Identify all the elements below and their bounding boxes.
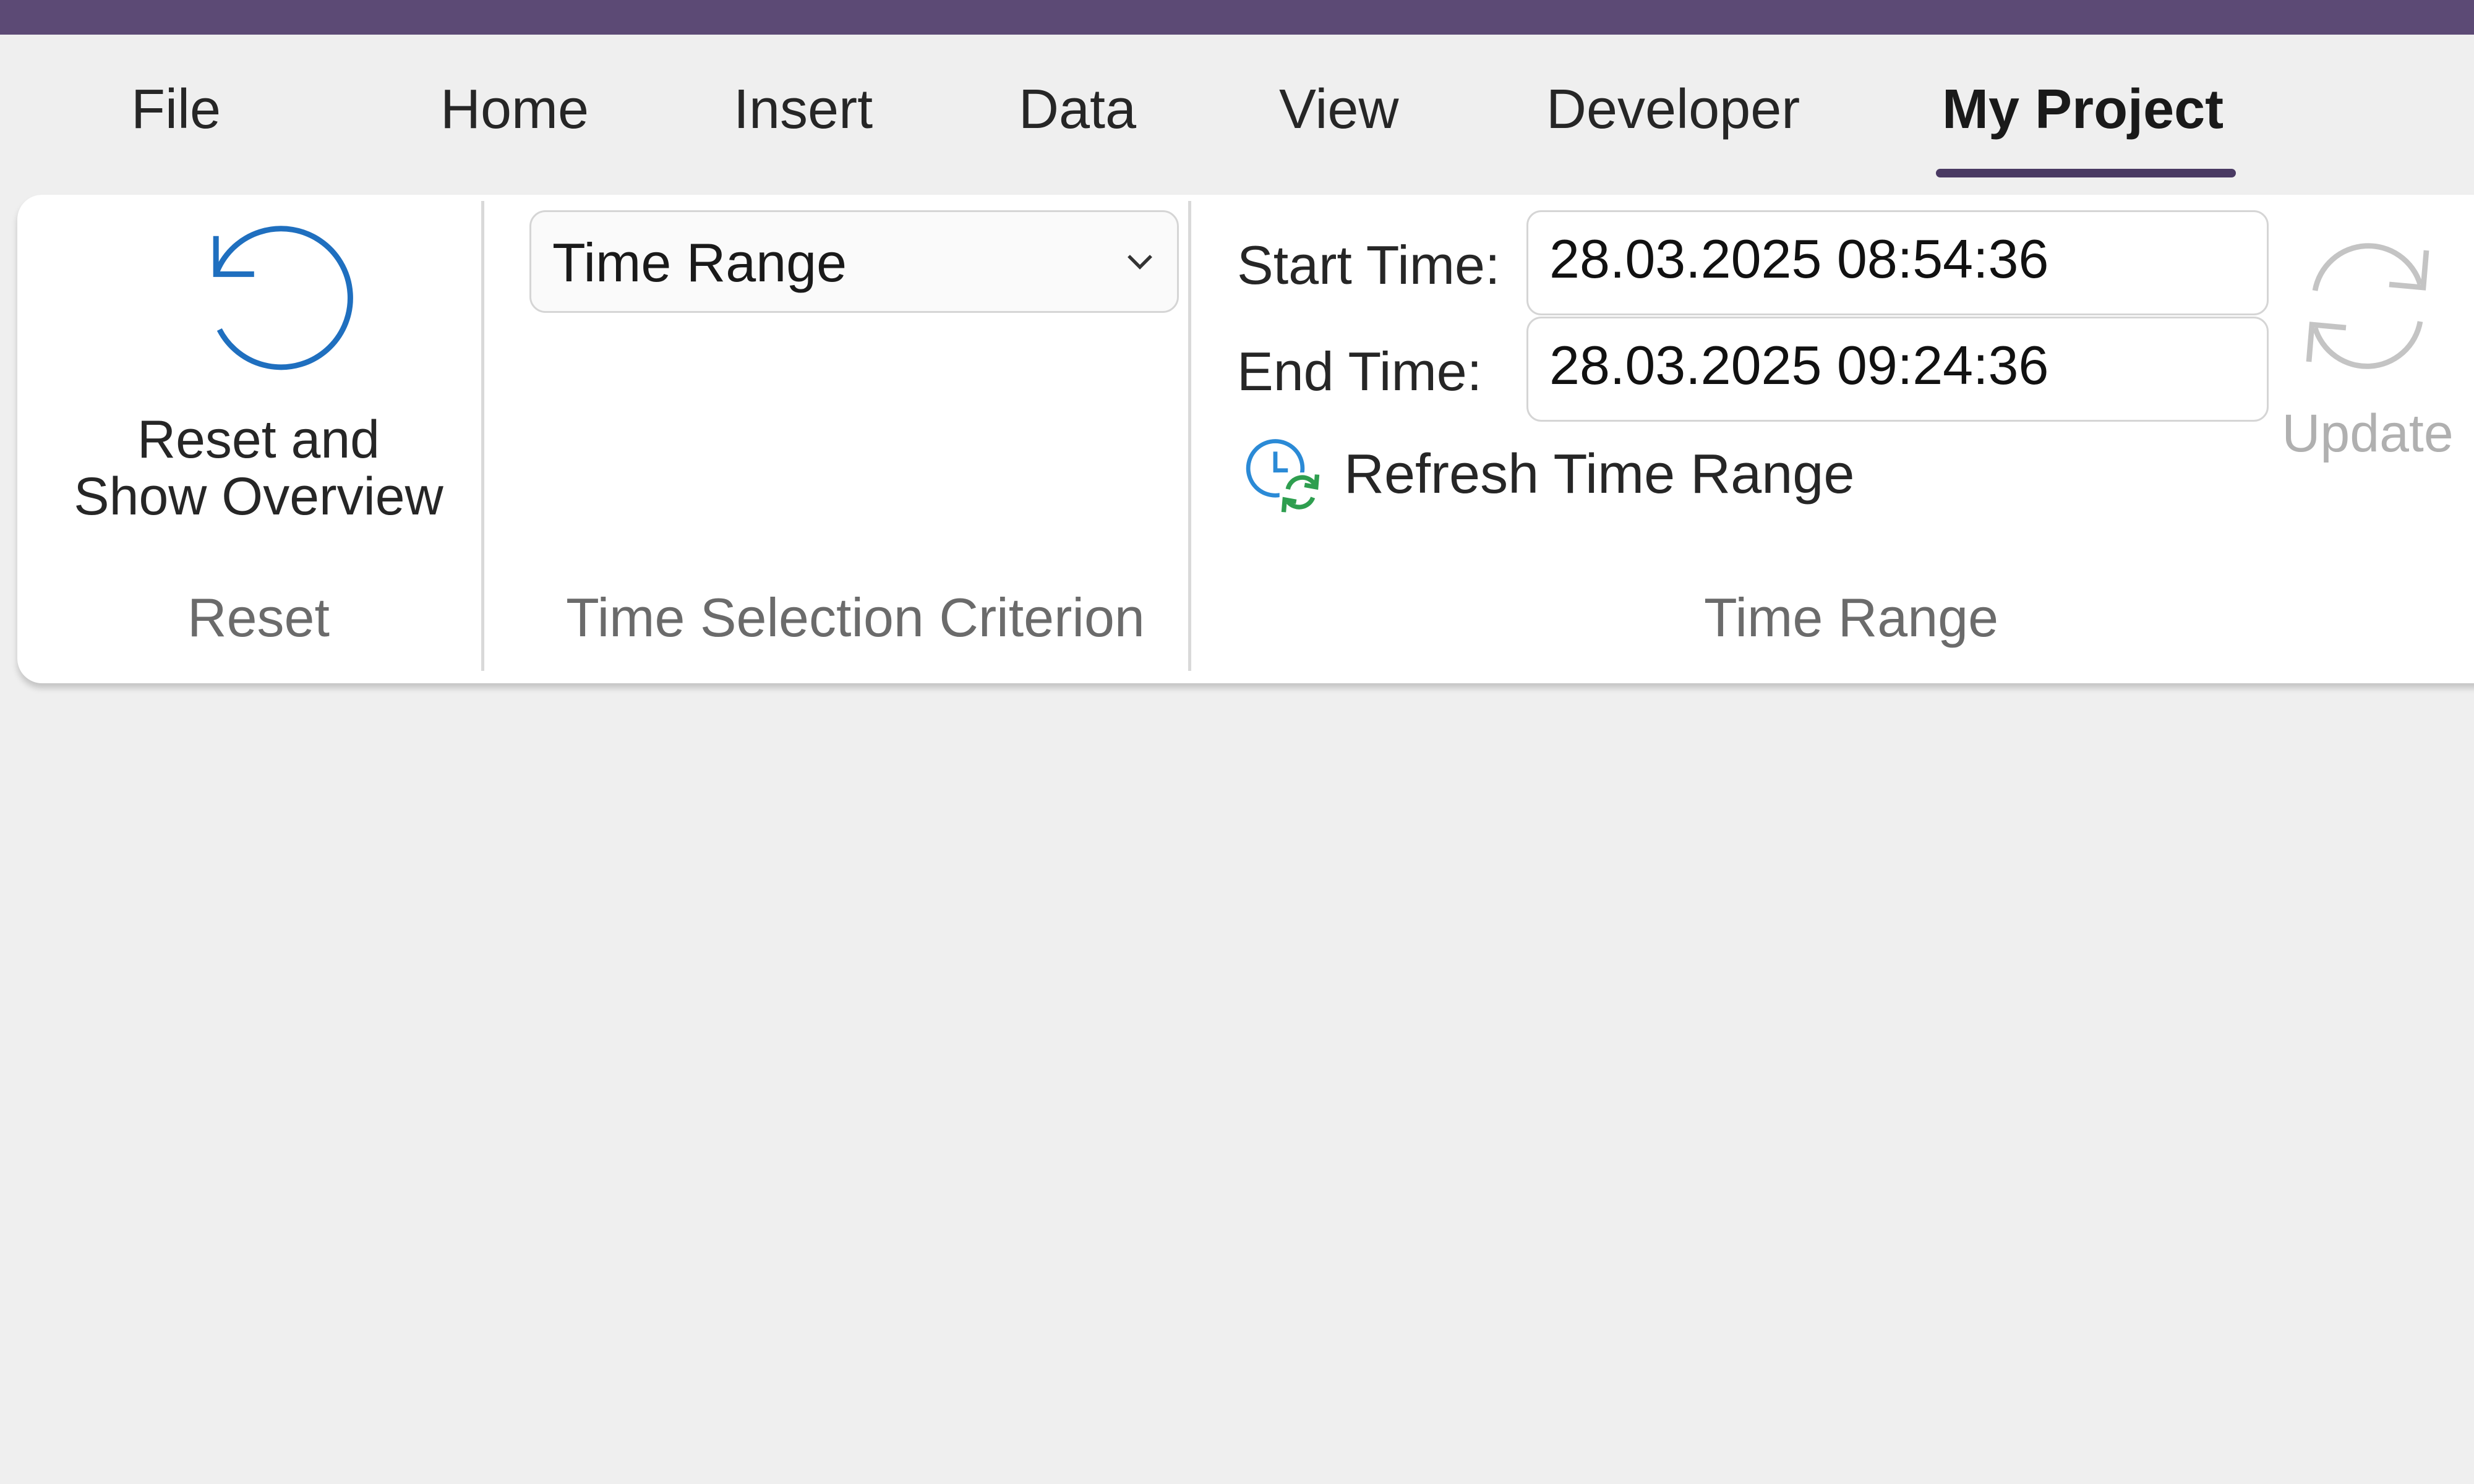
update-button[interactable]: Update: [2250, 220, 2474, 504]
time-selection-criterion-dropdown[interactable]: Time Range: [529, 210, 1179, 313]
tab-my-project[interactable]: My Project: [1942, 82, 2224, 137]
tab-home[interactable]: Home: [440, 82, 589, 137]
reset-and-show-overview-button[interactable]: Reset and Show Overview: [42, 207, 475, 553]
refresh-icon: [2306, 243, 2429, 369]
group-separator: [481, 201, 484, 671]
ribbon-panel: Reset and Show Overview Reset Time Range…: [17, 195, 2474, 683]
active-tab-indicator: [1936, 169, 2236, 177]
group-separator: [1188, 201, 1191, 671]
chevron-down-icon: [1128, 255, 1152, 270]
tab-file[interactable]: File: [131, 82, 221, 137]
end-time-field[interactable]: 28.03.2025 09:24:36: [1526, 317, 2269, 422]
reset-icon: [213, 226, 353, 370]
group-label-reset: Reset: [187, 587, 330, 648]
reset-button-label-line1: Reset and: [137, 410, 380, 469]
tab-insert[interactable]: Insert: [734, 82, 873, 137]
start-time-label: Start Time:: [1237, 234, 1500, 296]
dropdown-selected-value: Time Range: [552, 232, 847, 293]
start-time-value: 28.03.2025 08:54:36: [1549, 228, 2049, 289]
title-bar: [0, 0, 2474, 35]
refresh-time-range-label: Refresh Time Range: [1344, 443, 1855, 505]
reset-button-label-line2: Show Overview: [74, 467, 443, 526]
refresh-time-range-button[interactable]: Refresh Time Range: [1242, 433, 1873, 519]
group-label-time-selection-criterion: Time Selection Criterion: [566, 587, 1145, 648]
update-button-label: Update: [2282, 404, 2454, 463]
group-label-time-range: Time Range: [1703, 587, 1999, 648]
end-time-value: 28.03.2025 09:24:36: [1549, 335, 2049, 396]
tab-developer[interactable]: Developer: [1546, 82, 1800, 137]
ribbon-tabs: File Home Insert Data View Developer My …: [0, 35, 2474, 189]
end-time-label: End Time:: [1237, 341, 1483, 402]
start-time-field[interactable]: 28.03.2025 08:54:36: [1526, 210, 2269, 315]
tab-view[interactable]: View: [1279, 82, 1398, 137]
tab-data[interactable]: Data: [1019, 82, 1136, 137]
clock-refresh-icon: [1246, 439, 1322, 514]
